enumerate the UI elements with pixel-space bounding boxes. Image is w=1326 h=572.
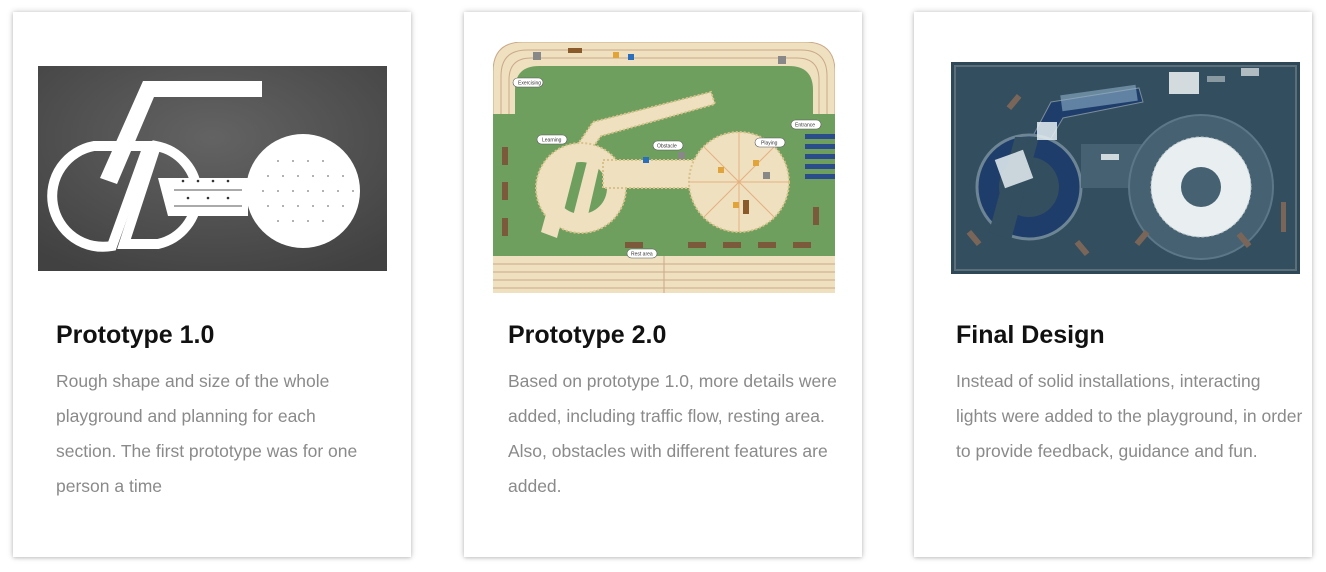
prototype-2-image: Exercising Learning Obstacle Playing Ent… [493, 42, 835, 293]
card-description: Rough shape and size of the whole playgr… [56, 371, 358, 496]
label-obstacle: Obstacle [657, 144, 677, 150]
card-title: Final Design [956, 321, 1105, 349]
card-title: Prototype 2.0 [508, 321, 667, 349]
label-rest-area: Rest area [631, 252, 653, 258]
label-learning: Learning [542, 138, 562, 144]
final-design-image [951, 62, 1300, 274]
label-exercising: Exercising [518, 81, 541, 87]
prototype-1-image [38, 66, 387, 271]
label-playing: Playing [761, 141, 778, 147]
card-description: Based on prototype 1.0, more details wer… [508, 371, 837, 496]
card-description: Instead of solid installations, interact… [956, 371, 1303, 461]
prototype-2-card: Exercising Learning Obstacle Playing Ent… [464, 12, 862, 557]
card-title: Prototype 1.0 [56, 321, 215, 349]
final-design-card: Final Design Instead of solid installati… [914, 12, 1312, 557]
label-entrance: Entrance [795, 123, 815, 129]
prototype-1-card: Prototype 1.0 Rough shape and size of th… [13, 12, 411, 557]
